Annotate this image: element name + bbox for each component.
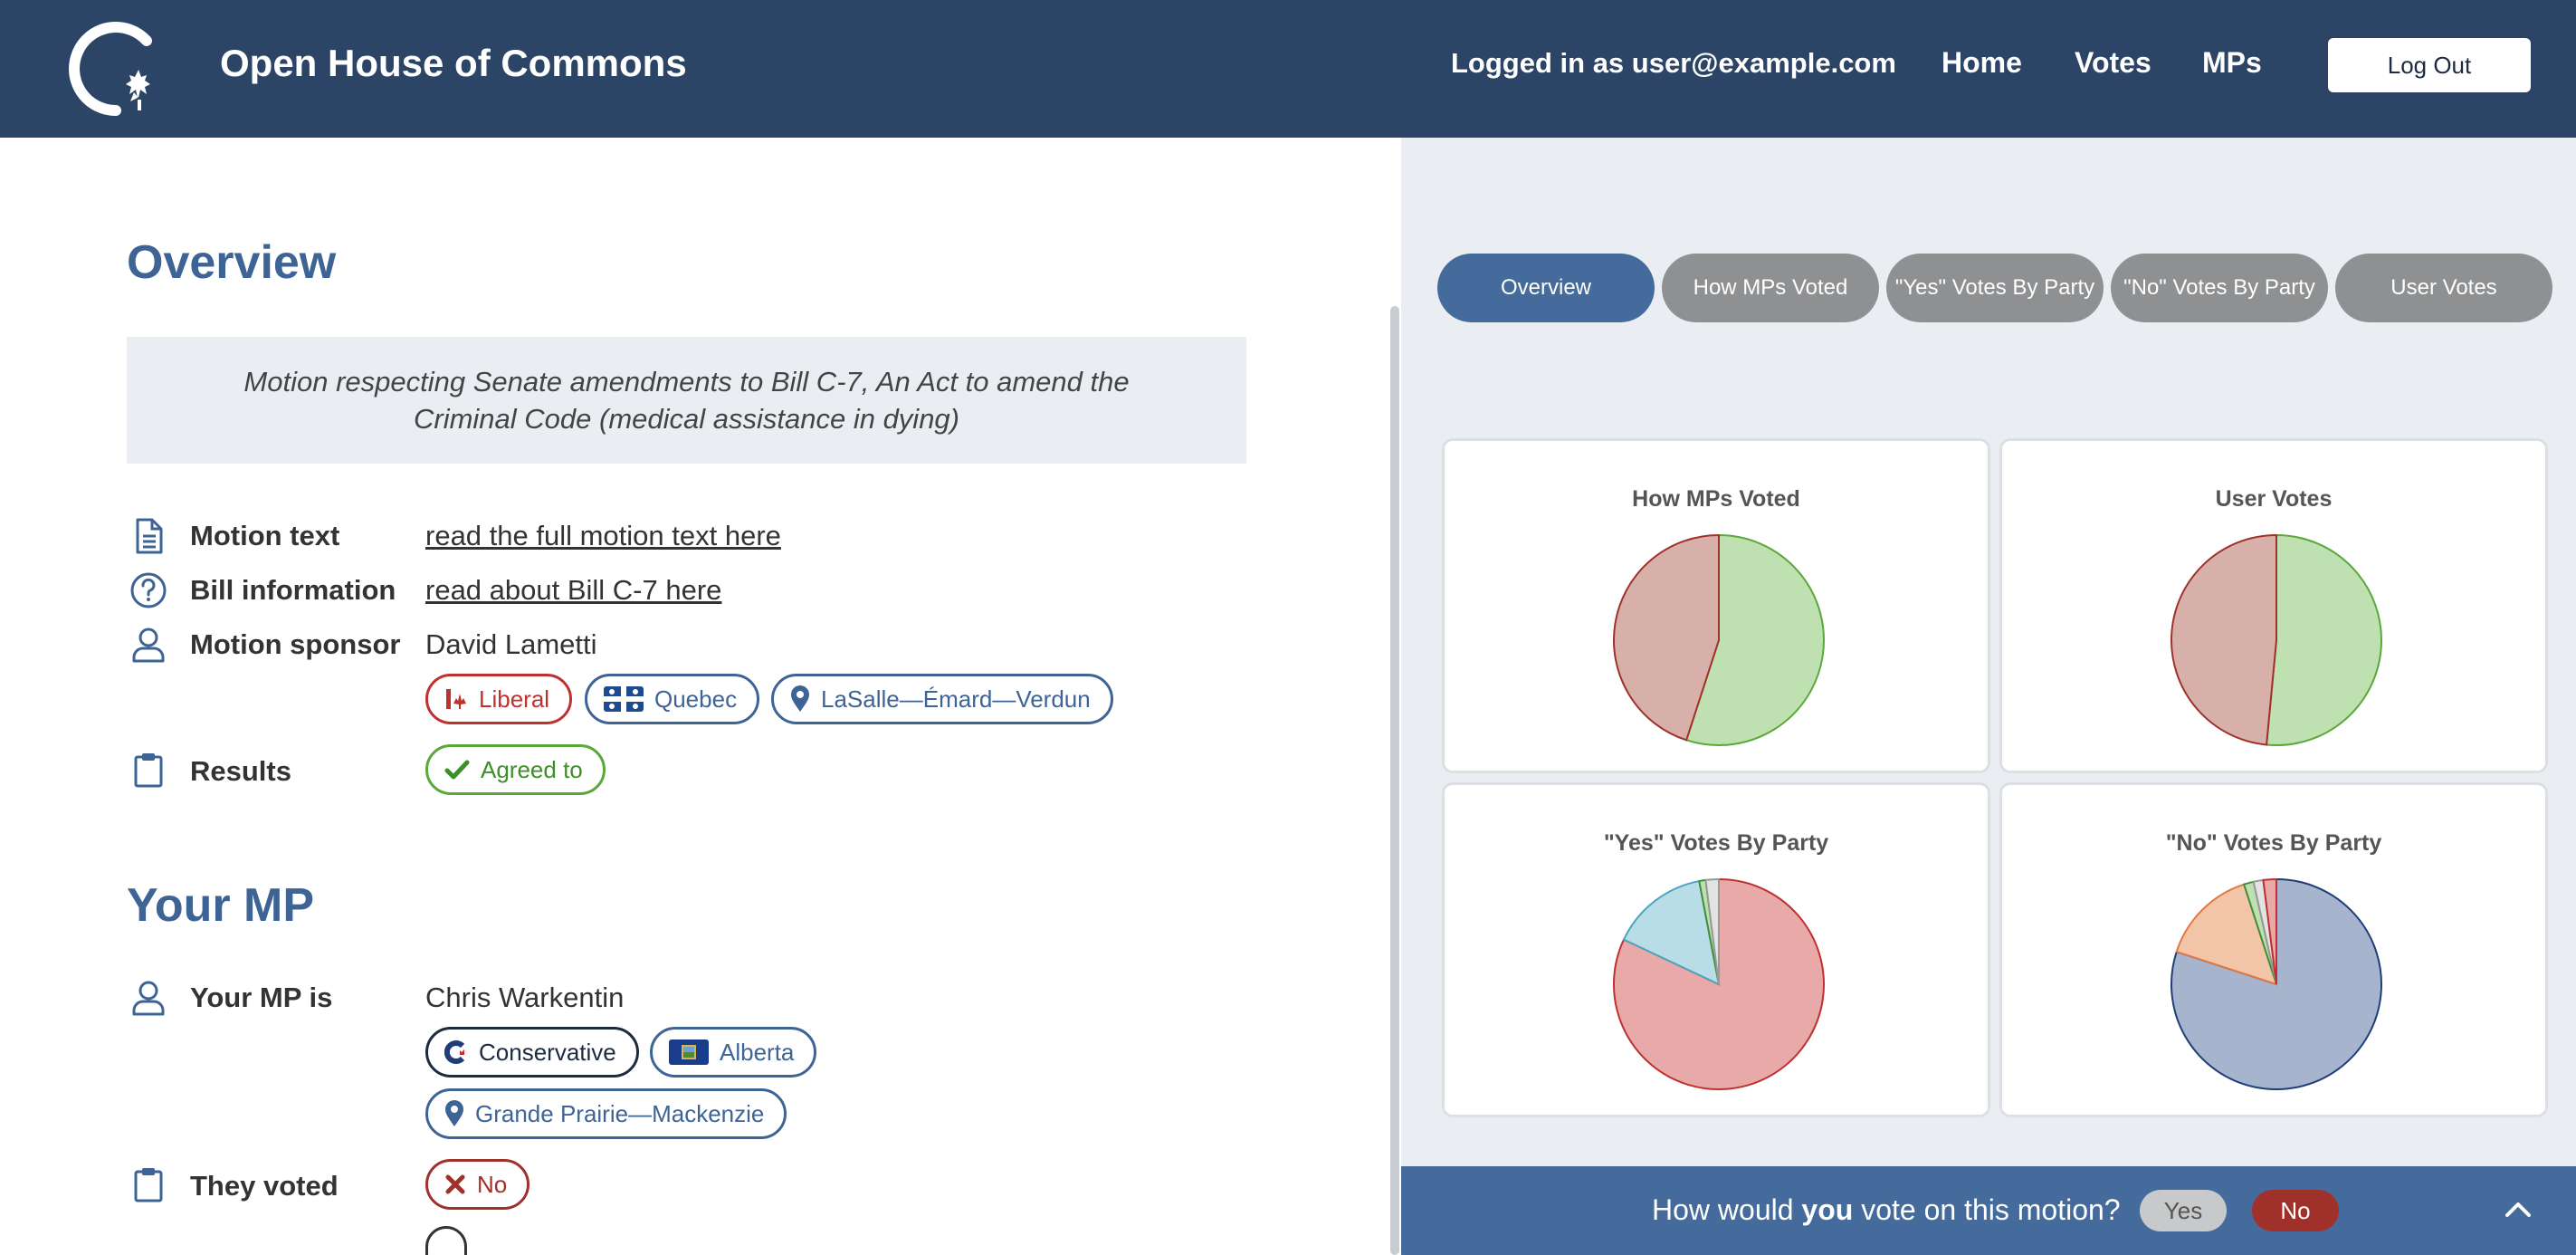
chart-card-user-votes[interactable]: User Votes <box>1999 438 2548 773</box>
they-voted-text: No <box>477 1170 508 1198</box>
nav-home[interactable]: Home <box>1942 46 2022 80</box>
sponsor-party-text: Liberal <box>479 685 550 713</box>
nav-mps[interactable]: MPs <box>2202 46 2262 80</box>
document-icon <box>136 518 163 554</box>
vote-no-button[interactable]: No <box>2252 1190 2339 1231</box>
site-logo[interactable] <box>65 18 167 120</box>
vote-question: How would you vote on this motion? <box>1652 1193 2121 1227</box>
your-mp-label: Your MP is <box>190 982 333 1013</box>
tab-user-votes[interactable]: User Votes <box>2335 254 2552 322</box>
user-icon <box>132 981 165 1016</box>
sponsor-label: Motion sponsor <box>190 628 401 660</box>
vote-prompt-bar: How would you vote on this motion? Yes N… <box>1401 1166 2576 1255</box>
pie-chart <box>2171 877 2382 1090</box>
mp-riding-text: Grande Prairie—Mackenzie <box>475 1099 765 1127</box>
alberta-flag-icon <box>669 1039 709 1065</box>
mp-province-badge[interactable]: Alberta <box>650 1027 817 1078</box>
results-label: Results <box>190 755 291 787</box>
mp-riding-badge[interactable]: Grande Prairie—Mackenzie <box>425 1088 787 1139</box>
chart-card-how-mps-voted[interactable]: How MPs Voted <box>1442 438 1990 773</box>
clipboard-icon <box>134 753 163 788</box>
conservative-logo-icon <box>444 1040 465 1064</box>
vote-yes-button[interactable]: Yes <box>2140 1190 2227 1231</box>
mp-party-badge[interactable]: Conservative <box>425 1027 639 1078</box>
logout-button[interactable]: Log Out <box>2328 38 2531 92</box>
they-voted-badge: No <box>425 1159 530 1210</box>
sponsor-party-badge[interactable]: Liberal <box>425 674 573 724</box>
map-pin-icon <box>445 1100 463 1126</box>
pie-chart <box>1613 533 1825 746</box>
logged-in-status: Logged in as user@example.com <box>1451 47 1896 79</box>
pie-chart <box>2171 533 2382 746</box>
site-title[interactable]: Open House of Commons <box>220 42 687 85</box>
pie-slice-no[interactable] <box>2171 533 2277 746</box>
overview-heading: Overview <box>127 236 337 289</box>
chart-card-yes-by-party[interactable]: "Yes" Votes By Party <box>1442 782 1990 1117</box>
motion-summary: Motion respecting Senate amendments to B… <box>127 337 1246 464</box>
nav-votes[interactable]: Votes <box>2075 46 2151 80</box>
motion-details-panel: Overview Motion respecting Senate amendm… <box>0 138 1401 1255</box>
motion-summary-text: Motion respecting Senate amendments to B… <box>243 366 1130 435</box>
sponsor-name: David Lametti <box>425 628 597 660</box>
bill-info-link[interactable]: read about Bill C-7 here <box>425 574 721 607</box>
tab-overview[interactable]: Overview <box>1437 254 1655 322</box>
sponsor-province-badge[interactable]: Quebec <box>585 674 760 724</box>
your-mp-heading: Your MP <box>127 879 315 932</box>
vote-question-emphasis: you <box>1801 1193 1854 1226</box>
liberal-logo-icon <box>446 689 466 709</box>
pie-chart <box>1613 877 1825 1090</box>
your-mp-name: Chris Warkentin <box>425 982 625 1013</box>
bill-info-label: Bill information <box>190 574 396 606</box>
tab-yes-votes-by-party[interactable]: "Yes" Votes By Party <box>1886 254 2104 322</box>
check-icon <box>444 760 470 780</box>
motion-text-label: Motion text <box>190 520 340 551</box>
user-icon <box>132 628 165 663</box>
x-icon <box>445 1174 465 1194</box>
mp-party-text: Conservative <box>479 1038 616 1066</box>
chart-title: "No" Votes By Party <box>2165 830 2382 856</box>
tab-how-mps-voted[interactable]: How MPs Voted <box>1662 254 1879 322</box>
clipboard-icon <box>134 1168 163 1202</box>
vote-question-suffix: vote on this motion? <box>1853 1193 2121 1226</box>
mp-province-text: Alberta <box>720 1038 795 1066</box>
left-scrollbar[interactable] <box>1390 306 1399 1255</box>
sponsor-province-text: Quebec <box>654 685 738 713</box>
quebec-flag-icon <box>604 686 644 712</box>
sponsor-riding-text: LaSalle—Émard—Verdun <box>821 685 1091 713</box>
results-text: Agreed to <box>481 755 583 783</box>
they-voted-label: They voted <box>190 1170 339 1202</box>
top-navbar: Open House of Commons Logged in as user@… <box>0 0 2576 138</box>
motion-text-link[interactable]: read the full motion text here <box>425 520 781 552</box>
chart-title: User Votes <box>2215 486 2333 512</box>
chart-title: How MPs Voted <box>1632 486 1800 512</box>
results-badge: Agreed to <box>425 744 606 795</box>
chart-title: "Yes" Votes By Party <box>1603 830 1829 856</box>
map-pin-icon <box>791 685 809 712</box>
vote-question-prefix: How would <box>1652 1193 1802 1226</box>
sponsor-riding-badge[interactable]: LaSalle—Émard—Verdun <box>771 674 1113 724</box>
pie-slice-yes[interactable] <box>2265 533 2382 746</box>
charts-panel: Overview How MPs Voted "Yes" Votes By Pa… <box>1401 138 2576 1255</box>
chart-card-no-by-party[interactable]: "No" Votes By Party <box>1999 782 2548 1117</box>
question-circle-icon <box>130 572 167 608</box>
tab-no-votes-by-party[interactable]: "No" Votes By Party <box>2111 254 2328 322</box>
chevron-up-icon[interactable] <box>2504 1199 2533 1221</box>
unused-spacer <box>425 1226 467 1255</box>
